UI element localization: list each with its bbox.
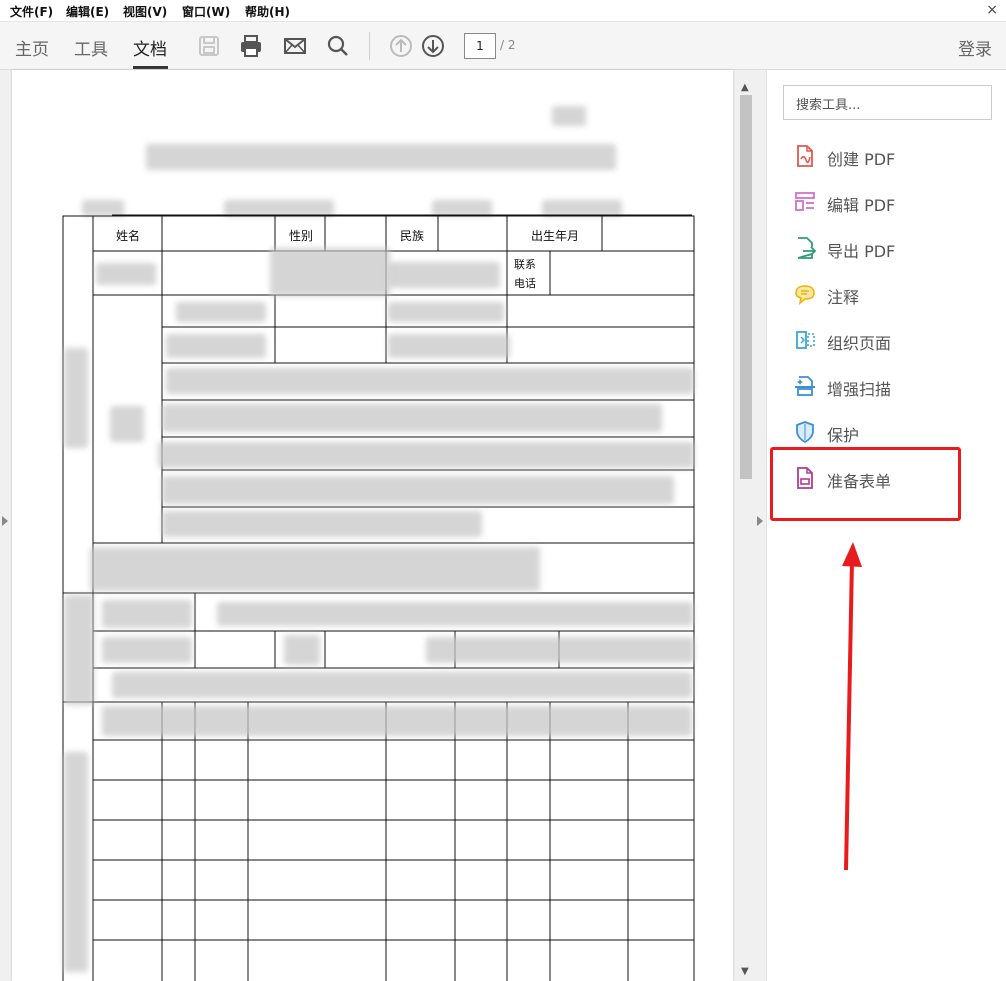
label-birth-date: 出生年月 <box>531 229 580 243</box>
vertical-scrollbar[interactable]: ▲ ▼ <box>737 70 755 981</box>
redacted-cell <box>270 248 390 296</box>
menu-edit[interactable]: 编辑(E) <box>66 3 109 20</box>
page-number-input[interactable]: 1 <box>464 33 496 59</box>
active-tab-indicator <box>133 66 168 69</box>
redacted-row <box>166 368 694 394</box>
redacted-side-label <box>64 348 88 448</box>
label-ethnicity: 民族 <box>400 229 425 243</box>
redacted-row <box>112 672 692 698</box>
login-button[interactable]: 登录 <box>958 35 992 60</box>
menu-bar: 文件(F) 编辑(E) 视图(V) 窗口(W) 帮助(H) × <box>0 0 1006 22</box>
annotation-arrow-icon <box>842 542 862 870</box>
redacted-cell <box>166 334 266 358</box>
redacted-cell <box>388 302 504 322</box>
menu-file[interactable]: 文件(F) <box>10 3 53 20</box>
redacted-row <box>102 706 692 736</box>
redacted-cell <box>96 263 156 285</box>
organize-pages-icon <box>793 328 817 352</box>
redacted-cell <box>176 302 266 322</box>
tool-label: 编辑 PDF <box>827 196 896 215</box>
comment-icon <box>793 282 817 306</box>
redacted-side-label <box>64 595 94 705</box>
document-viewport[interactable]: 姓名 性别 民族 出生年月 联系 电话 ▲ ▼ <box>0 70 766 981</box>
search-tools-input[interactable]: 搜索工具... <box>783 85 992 120</box>
redacted-row <box>162 404 662 432</box>
redacted-cell <box>102 600 192 628</box>
collapse-right-panel-icon[interactable] <box>757 516 763 526</box>
email-icon[interactable] <box>282 33 308 59</box>
export-pdf-icon <box>793 236 817 260</box>
tool-edit-pdf[interactable]: 编辑 PDF <box>789 188 979 218</box>
edit-pdf-icon <box>793 190 817 214</box>
page-up-icon[interactable] <box>388 33 414 59</box>
tool-protect[interactable]: 保护 <box>789 418 979 448</box>
close-icon[interactable]: × <box>986 2 998 18</box>
tool-comment[interactable]: 注释 <box>789 280 979 310</box>
redacted-cell <box>388 262 500 288</box>
menu-window[interactable]: 窗口(W) <box>182 3 230 20</box>
redacted-row <box>158 442 694 468</box>
redacted-side-label <box>64 752 88 972</box>
enhance-scan-icon <box>793 374 817 398</box>
redacted-cell <box>102 637 192 663</box>
save-icon[interactable] <box>196 33 222 59</box>
tool-label: 注释 <box>827 288 860 307</box>
redacted-row <box>90 547 540 591</box>
tool-label: 创建 PDF <box>827 150 896 169</box>
redacted-cell <box>110 406 144 442</box>
tool-enhance-scan[interactable]: 增强扫描 <box>789 372 979 402</box>
tool-label: 组织页面 <box>827 334 892 353</box>
page-total: / 2 <box>500 38 516 52</box>
pdf-page: 姓名 性别 民族 出生年月 联系 电话 <box>12 70 733 981</box>
print-icon[interactable] <box>238 33 264 59</box>
highlight-box <box>770 447 961 521</box>
label-name: 姓名 <box>116 229 141 243</box>
create-pdf-icon <box>793 144 817 168</box>
redacted-cell <box>284 635 320 665</box>
label-gender: 性别 <box>289 229 314 243</box>
page-down-icon[interactable] <box>420 33 446 59</box>
menu-view[interactable]: 视图(V) <box>123 3 167 20</box>
tools-side-panel: 搜索工具... 创建 PDF 编辑 PDF 导出 PDF 注释 组织页面 增强扫 <box>766 70 1006 981</box>
redacted-cell <box>426 637 694 663</box>
label-contact: 联系 <box>514 258 536 271</box>
redacted-row <box>162 511 482 537</box>
redacted-row <box>217 602 693 626</box>
search-icon[interactable] <box>325 33 351 59</box>
tab-tools[interactable]: 工具 <box>74 35 108 60</box>
toolbar: 主页 工具 文档 1 / 2 登录 <box>0 22 1006 70</box>
tool-label: 保护 <box>827 426 860 445</box>
tab-home[interactable]: 主页 <box>15 35 49 60</box>
scroll-thumb[interactable] <box>740 95 752 479</box>
redacted-cell <box>388 334 510 358</box>
tool-label: 导出 PDF <box>827 242 896 261</box>
scroll-up-icon[interactable]: ▲ <box>741 82 749 93</box>
scroll-down-icon[interactable]: ▼ <box>741 966 749 977</box>
redacted-row <box>162 476 674 504</box>
collapse-left-panel-icon[interactable] <box>2 516 8 526</box>
menu-help[interactable]: 帮助(H) <box>245 3 290 20</box>
tab-document[interactable]: 文档 <box>133 35 167 60</box>
tool-organize-pages[interactable]: 组织页面 <box>789 326 979 356</box>
tool-export-pdf[interactable]: 导出 PDF <box>789 234 979 264</box>
toolbar-divider <box>369 32 370 60</box>
label-phone: 电话 <box>514 277 536 290</box>
shield-icon <box>793 420 817 444</box>
tool-create-pdf[interactable]: 创建 PDF <box>789 142 979 172</box>
tool-label: 增强扫描 <box>827 380 892 399</box>
